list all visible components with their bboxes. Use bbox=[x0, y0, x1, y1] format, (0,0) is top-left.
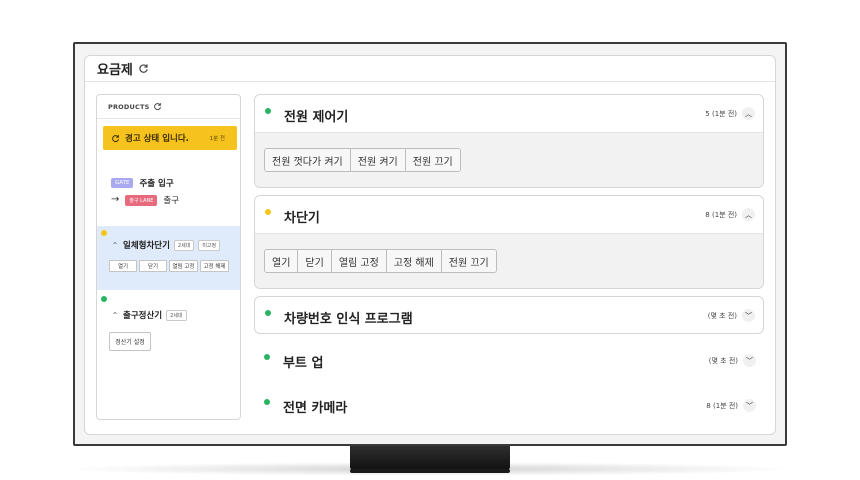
device-name: 출구정산기 bbox=[123, 311, 163, 321]
status-dot bbox=[265, 108, 271, 114]
card-header[interactable]: 차단기 8 (1분 전) ︿ bbox=[255, 196, 763, 233]
chevron-down-icon[interactable]: ﹀ bbox=[743, 399, 756, 412]
products-panel: PRODUCTS 경고 상태 입니다. 1분 전 GATE 주출 입구 → 출구… bbox=[96, 94, 241, 420]
card-barrier: 차단기 8 (1분 전) ︿ 열기 닫기 열림 고정 고정 해제 전원 끄기 bbox=[254, 195, 764, 289]
card-header[interactable]: 전원 제어기 5 (1분 전) ︿ bbox=[255, 95, 763, 132]
card-body: 전원 껏다가 켜기 전원 켜기 전원 끄기 bbox=[255, 132, 763, 187]
status-dot bbox=[265, 310, 271, 316]
power-off-button[interactable]: 전원 끄기 bbox=[405, 149, 460, 171]
chevron-down-icon[interactable]: ﹀ bbox=[742, 309, 755, 322]
gate-name: 주출 입구 bbox=[139, 179, 174, 189]
lane-badge: 출구 LANE bbox=[125, 194, 158, 206]
device-title-row: ^ 일체형차단기 2세대 미고정 bbox=[111, 239, 221, 251]
card-title: 전면 카메라 bbox=[283, 401, 348, 416]
page-title: 요금제 bbox=[97, 63, 133, 78]
card-meta: (몇 초 전) bbox=[707, 312, 737, 320]
status-dot bbox=[264, 399, 270, 405]
app-panel: 요금제 PRODUCTS 경고 상태 입니다. 1분 전 GATE 주출 입구 … bbox=[84, 55, 776, 435]
card-title: 전원 제어기 bbox=[284, 110, 349, 125]
status-dot bbox=[265, 209, 271, 215]
open-button[interactable]: 열기 bbox=[109, 260, 137, 272]
lock-open-button[interactable]: 열림 고정 bbox=[169, 260, 198, 272]
lane-item[interactable]: → 출구 LANE 출구 bbox=[111, 194, 179, 206]
card-meta: 8 (1분 전) bbox=[706, 402, 738, 410]
tv-stand bbox=[350, 446, 510, 473]
chevron-up-icon[interactable]: ︿ bbox=[742, 208, 755, 221]
status-dot bbox=[101, 296, 107, 302]
payment-settings-button[interactable]: 정산기 설정 bbox=[109, 332, 151, 351]
warning-banner[interactable]: 경고 상태 입니다. 1분 전 bbox=[103, 126, 237, 150]
card-meta: 5 (1분 전) bbox=[705, 110, 737, 118]
lane-name: 출구 bbox=[163, 196, 180, 206]
chevron-up-icon[interactable]: ^ bbox=[111, 242, 119, 249]
close-button[interactable]: 닫기 bbox=[139, 260, 167, 272]
chevron-up-icon[interactable]: ︿ bbox=[742, 107, 755, 120]
device-item-barrier[interactable]: ^ 일체형차단기 2세대 미고정 열기 닫기 열림 고정 고정 해제 bbox=[97, 226, 240, 290]
arrow-right-icon: → bbox=[111, 194, 120, 205]
card-title: 부트 업 bbox=[283, 356, 324, 371]
products-label: PRODUCTS bbox=[108, 102, 150, 111]
gate-badge: GATE bbox=[111, 178, 134, 188]
button-group: 열기 닫기 열림 고정 고정 해제 전원 끄기 bbox=[264, 249, 497, 273]
button-group: 전원 껏다가 켜기 전원 켜기 전원 끄기 bbox=[264, 148, 461, 172]
close-button[interactable]: 닫기 bbox=[298, 250, 332, 272]
device-count-badge: 2세대 bbox=[166, 309, 187, 321]
power-off-button[interactable]: 전원 끄기 bbox=[441, 250, 496, 272]
app-header: 요금제 bbox=[85, 56, 775, 82]
refresh-icon[interactable] bbox=[138, 63, 149, 74]
products-header: PRODUCTS bbox=[97, 95, 240, 119]
unlock-button[interactable]: 고정 해제 bbox=[200, 260, 229, 272]
card-meta: 8 (1분 전) bbox=[705, 211, 737, 219]
card-body: 열기 닫기 열림 고정 고정 해제 전원 끄기 bbox=[255, 233, 763, 288]
warning-text: 경고 상태 입니다. bbox=[125, 134, 189, 144]
refresh-icon[interactable] bbox=[153, 102, 162, 111]
power-on-button[interactable]: 전원 켜기 bbox=[350, 149, 406, 171]
chevron-down-icon[interactable]: ﹀ bbox=[743, 354, 756, 367]
device-count-badge: 2세대 bbox=[173, 239, 195, 251]
lock-open-button[interactable]: 열림 고정 bbox=[331, 250, 387, 272]
device-button-group: 열기 닫기 열림 고정 고정 해제 bbox=[109, 260, 229, 272]
unlock-button[interactable]: 고정 해제 bbox=[386, 250, 442, 272]
card-title: 차량번호 인식 프로그램 bbox=[284, 312, 413, 327]
card-front-camera[interactable]: 전면 카메라 8 (1분 전) ﹀ bbox=[254, 393, 764, 423]
card-power-controller: 전원 제어기 5 (1분 전) ︿ 전원 껏다가 켜기 전원 켜기 전원 끄기 bbox=[254, 94, 764, 188]
warning-time: 1분 전 bbox=[209, 136, 225, 142]
card-boot-up[interactable]: 부트 업 (몇 초 전) ﹀ bbox=[254, 348, 764, 378]
gate-item[interactable]: GATE 주출 입구 bbox=[111, 177, 174, 189]
refresh-icon bbox=[111, 134, 120, 143]
device-status-badge: 미고정 bbox=[198, 239, 221, 251]
device-name: 일체형차단기 bbox=[123, 241, 170, 251]
status-dot bbox=[264, 354, 270, 360]
card-title: 차단기 bbox=[284, 211, 320, 226]
card-header[interactable]: 차량번호 인식 프로그램 (몇 초 전) ﹀ bbox=[255, 297, 763, 333]
card-lpr-program[interactable]: 차량번호 인식 프로그램 (몇 초 전) ﹀ bbox=[254, 296, 764, 334]
chevron-up-icon[interactable]: ^ bbox=[111, 312, 119, 319]
card-meta: (몇 초 전) bbox=[708, 357, 738, 365]
device-item-payment[interactable]: ^ 출구정산기 2세대 bbox=[111, 309, 187, 321]
power-cycle-button[interactable]: 전원 껏다가 켜기 bbox=[265, 149, 351, 171]
status-dot bbox=[101, 230, 107, 236]
open-button[interactable]: 열기 bbox=[265, 250, 299, 272]
